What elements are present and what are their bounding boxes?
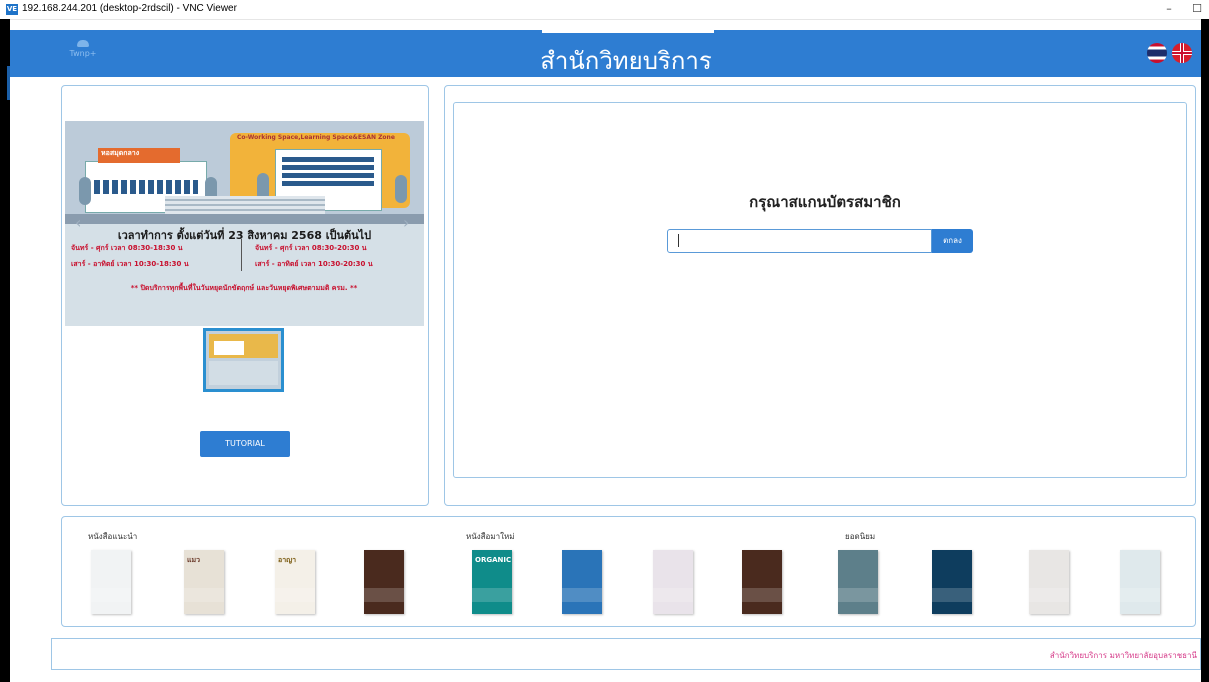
minimize-button[interactable]: – (1161, 2, 1177, 16)
left-black-border (0, 19, 10, 682)
submit-button[interactable]: ตกลง (932, 229, 973, 253)
book-cover[interactable] (932, 550, 972, 614)
book-cover[interactable] (91, 550, 131, 614)
tutorial-button[interactable]: TUTORIAL (200, 431, 290, 457)
hours-divider (241, 239, 242, 271)
hours-left-weekday: จันทร์ - ศุกร์ เวลา 08:30-18:30 น (71, 244, 183, 252)
book-cover[interactable] (742, 550, 782, 614)
carousel-prev-icon[interactable]: ‹ (75, 213, 81, 232)
hours-right-weekend: เสาร์ - อาทิตย์ เวลา 10:30-20:30 น (255, 260, 373, 268)
book-cover[interactable]: แมว (184, 550, 224, 614)
book-cover[interactable] (838, 550, 878, 614)
scan-card-title: กรุณาสแกนบัตรสมาชิก (749, 193, 901, 211)
library-hours-banner[interactable]: Co-Working Space,Learning Space&ESAN Zon… (65, 121, 424, 326)
book-cover[interactable]: อาญา (275, 550, 315, 614)
member-card-input[interactable] (667, 229, 932, 253)
footer-bar (51, 638, 1201, 670)
book-cover[interactable] (364, 550, 404, 614)
hours-right-weekday: จันทร์ - ศุกร์ เวลา 08:30-20:30 น (255, 244, 367, 252)
carousel-thumbnail[interactable] (203, 328, 284, 392)
footer-text: สำนักวิทยบริการ มหาวิทยาลัยอุบลราชธานี (1049, 651, 1197, 660)
book-title: ORGANIC (475, 556, 512, 564)
scan-card-box (453, 102, 1187, 478)
book-cover[interactable] (1029, 550, 1069, 614)
window-title: 192.168.244.201 (desktop-2rdscil) - VNC … (22, 3, 237, 14)
popular-books-label: ยอดนิยม (845, 532, 876, 541)
book-cover[interactable] (1120, 550, 1160, 614)
book-cover[interactable]: ORGANIC (472, 550, 512, 614)
recommended-books-label: หนังสือแนะนำ (88, 532, 138, 541)
uk-flag-icon[interactable]: EN (1172, 43, 1192, 63)
page-title: สำนักวิทยบริการ (540, 47, 712, 75)
header-top-strip (542, 30, 714, 33)
book-cover[interactable] (653, 550, 693, 614)
window-titlebar: VE 192.168.244.201 (desktop-2rdscil) - V… (0, 0, 1209, 20)
book-title: อาญา (278, 556, 297, 564)
thai-flag-icon[interactable]: TH (1147, 43, 1167, 63)
maximize-button[interactable]: ☐ (1189, 2, 1205, 16)
poster-building-label: หอสมุดกลาง (101, 149, 140, 157)
hours-left-weekend: เสาร์ - อาทิตย์ เวลา 10:30-18:30 น (71, 260, 189, 268)
vnc-app-icon: VE (6, 4, 18, 15)
book-title: แมว (187, 556, 201, 564)
book-cover[interactable] (562, 550, 602, 614)
right-black-border (1201, 19, 1209, 682)
header-banner: Twnp+ สำนักวิทยบริการ (10, 30, 1201, 77)
books-panel (61, 516, 1196, 627)
hours-title: เวลาทำการ ตั้งแต่วันที่ 23 สิงหาคม 2568 … (117, 229, 372, 242)
new-books-label: หนังสือมาใหม่ (466, 532, 515, 541)
carousel-next-icon[interactable]: › (403, 213, 409, 232)
hours-notice: ** ปิดบริการทุกพื้นที่ในวันหยุดนักขัตฤกษ… (130, 284, 358, 292)
poster-corner-label: Co-Working Space,Learning Space&ESAN Zon… (237, 134, 395, 141)
text-caret (678, 234, 679, 247)
